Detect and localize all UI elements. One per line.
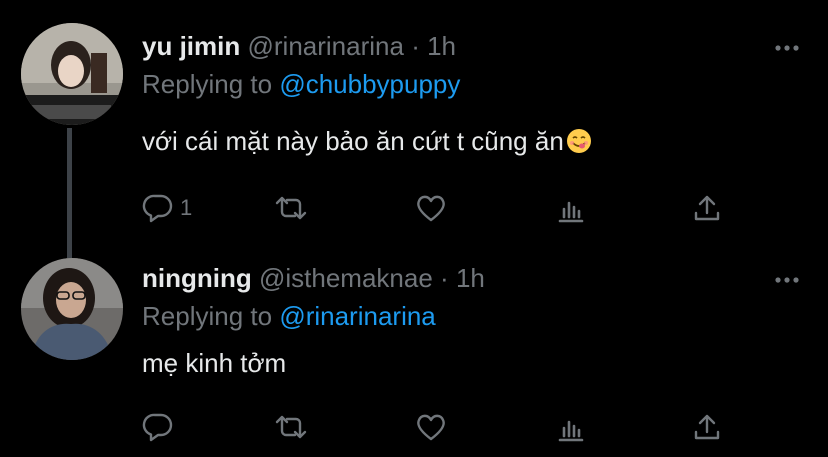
replying-to-label: Replying to — [142, 301, 273, 331]
share-button[interactable] — [692, 410, 722, 444]
analytics-icon — [556, 193, 586, 223]
analytics-icon — [556, 412, 586, 442]
tweet-text: với cái mặt này bảo ăn cứt t cũng ăn — [142, 126, 564, 156]
action-bar: 1 — [142, 191, 742, 225]
separator: · — [440, 263, 449, 293]
like-button[interactable] — [415, 191, 453, 225]
replying-to: Replying to @chubbypuppy — [142, 68, 808, 100]
replying-to-label: Replying to — [142, 69, 273, 99]
avatar[interactable] — [21, 23, 123, 125]
like-icon — [415, 412, 447, 442]
action-bar — [142, 410, 742, 444]
timestamp[interactable]: 1h — [456, 263, 485, 293]
like-icon — [415, 193, 447, 223]
more-icon[interactable] — [774, 272, 800, 283]
user-handle[interactable]: @isthemaknae — [259, 263, 433, 293]
mention-link[interactable]: @rinarinarina — [279, 301, 435, 331]
display-name[interactable]: ningning — [142, 263, 252, 293]
share-icon — [692, 193, 722, 223]
avatar[interactable] — [21, 258, 123, 360]
retweet-button[interactable] — [274, 191, 314, 225]
reply-count: 1 — [180, 195, 193, 220]
separator: · — [411, 31, 420, 61]
more-icon[interactable] — [774, 40, 800, 51]
share-icon — [692, 412, 722, 442]
reply-icon — [142, 412, 174, 442]
analytics-button[interactable] — [556, 410, 586, 444]
tweet-text-wrapper: mẹ kinh tởm — [142, 346, 808, 380]
retweet-icon — [274, 413, 308, 441]
tweet-text: mẹ kinh tởm — [142, 348, 287, 378]
analytics-button[interactable] — [556, 191, 586, 225]
like-button[interactable] — [415, 410, 453, 444]
retweet-icon — [274, 194, 308, 222]
tweet-header: ningning @isthemaknae · 1h — [142, 262, 808, 294]
replying-to: Replying to @rinarinarina — [142, 300, 808, 332]
yum-emoji-icon — [566, 128, 592, 154]
mention-link[interactable]: @chubbypuppy — [279, 69, 460, 99]
share-button[interactable] — [692, 191, 722, 225]
user-handle[interactable]: @rinarinarina — [247, 31, 403, 61]
retweet-button[interactable] — [274, 410, 314, 444]
timestamp[interactable]: 1h — [427, 31, 456, 61]
tweet-text-wrapper: với cái mặt này bảo ăn cứt t cũng ăn — [142, 124, 808, 158]
reply-icon — [142, 193, 174, 223]
thread-connector-line — [67, 128, 72, 258]
tweet-header: yu jimin @rinarinarina · 1h — [142, 30, 808, 62]
display-name[interactable]: yu jimin — [142, 31, 240, 61]
reply-button[interactable] — [142, 410, 180, 444]
reply-button[interactable]: 1 — [142, 191, 192, 225]
